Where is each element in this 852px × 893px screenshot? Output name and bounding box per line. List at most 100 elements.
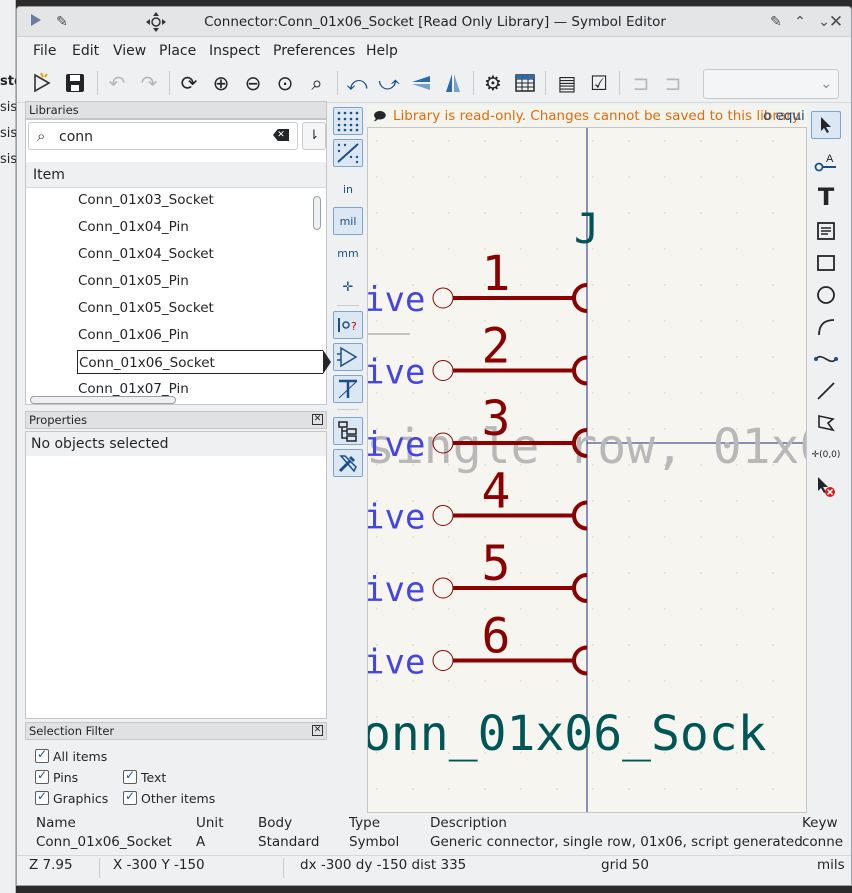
menu-view[interactable]: View xyxy=(113,43,146,59)
toolbar-separator xyxy=(97,71,98,95)
library-search-input[interactable]: ⌕ conn ✕ xyxy=(28,122,298,150)
search-value: conn xyxy=(59,129,94,145)
zoom-selection-icon[interactable]: ⌕ xyxy=(303,69,331,97)
read-only-message: Library is read-only. Changes cannot be … xyxy=(393,108,803,124)
status-separator xyxy=(283,858,284,878)
check-symbol-icon[interactable]: ☑ xyxy=(585,69,613,97)
checkbox-label: Text xyxy=(141,770,167,785)
toolbar-separator xyxy=(337,71,338,95)
list-item[interactable]: Conn_01x04_Socket xyxy=(78,242,214,266)
checkbox-pins[interactable] xyxy=(35,768,49,784)
clear-search-icon[interactable]: ✕ xyxy=(273,129,289,141)
grid-overrides-icon[interactable] xyxy=(333,139,363,167)
checkbox-text[interactable] xyxy=(123,768,137,784)
list-item[interactable]: Conn_01x03_Socket xyxy=(78,188,214,212)
close-selection-filter-icon[interactable]: ✕ xyxy=(312,725,323,736)
grid-readout: grid 50 xyxy=(601,857,649,873)
add-pin-icon[interactable]: A xyxy=(811,149,841,177)
properties-header: Properties ✕ xyxy=(25,411,327,429)
gate-b-icon[interactable]: ⊐ xyxy=(659,69,687,97)
rotate-ccw-icon[interactable]: ⤺ xyxy=(343,69,371,97)
select-icon[interactable] xyxy=(811,111,841,139)
msg-value: conne xyxy=(802,834,844,850)
add-polygon-icon[interactable] xyxy=(811,409,841,437)
units-mm-icon[interactable]: mm xyxy=(333,239,363,267)
save-icon[interactable] xyxy=(61,69,89,97)
grid-toggle-icon[interactable] xyxy=(333,107,363,135)
status-separator xyxy=(99,858,100,878)
list-item-selected[interactable]: Conn_01x06_Socket xyxy=(77,350,331,374)
cursor-crosshair-icon[interactable]: ✛ xyxy=(333,273,363,301)
msg-value: Standard xyxy=(258,834,320,850)
show-properties-manager-icon[interactable] xyxy=(333,449,363,477)
sort-button[interactable]: ⇂ xyxy=(302,122,326,150)
info-icon: 🗩 xyxy=(373,109,387,123)
menu-preferences[interactable]: Preferences xyxy=(273,43,355,59)
toolbar-separator xyxy=(545,71,546,95)
unit-selector[interactable]: ⌄ xyxy=(703,69,839,99)
checkbox-other-items[interactable] xyxy=(123,789,137,805)
msg-header: Unit xyxy=(196,815,224,831)
close-properties-icon[interactable]: ✕ xyxy=(312,414,323,425)
new-symbol-icon[interactable] xyxy=(29,69,57,97)
gate-a-icon[interactable]: ⊐ xyxy=(627,69,655,97)
mirror-horizontal-icon[interactable] xyxy=(439,69,467,97)
show-pin-electrical-type-icon[interactable]: ? xyxy=(333,311,363,339)
show-hide-library-tree-icon[interactable] xyxy=(333,417,363,445)
close-window-icon[interactable]: ✕ xyxy=(827,13,845,31)
simulation-icon[interactable]: ▤ xyxy=(553,69,581,97)
zoom-in-icon[interactable]: ⊕ xyxy=(207,69,235,97)
zoom-fit-icon[interactable]: ⊙ xyxy=(271,69,299,97)
pin-number: 5 xyxy=(482,536,511,592)
zoom-out-icon[interactable]: ⊖ xyxy=(239,69,267,97)
infobar-link[interactable]: o equi xyxy=(763,108,805,124)
units-mils-icon[interactable]: mil xyxy=(333,207,363,235)
pin-type-label: ive xyxy=(368,570,425,610)
menu-inspect[interactable]: Inspect xyxy=(209,43,260,59)
menu-edit[interactable]: Edit xyxy=(72,43,99,59)
bg-fragment: sis xyxy=(0,152,18,167)
set-anchor-icon[interactable]: ✛(0,0) xyxy=(811,441,841,469)
menu-file[interactable]: File xyxy=(33,43,56,59)
vertical-scrollbar[interactable] xyxy=(313,196,321,230)
msg-header: Description xyxy=(430,815,507,831)
add-arc-icon[interactable] xyxy=(811,313,841,341)
minimize-icon[interactable]: ⌃ xyxy=(791,13,809,31)
checkbox-graphics[interactable] xyxy=(35,789,49,805)
redo-icon[interactable]: ↷ xyxy=(135,69,163,97)
show-hidden-fields-icon[interactable] xyxy=(333,375,363,403)
list-item[interactable]: Conn_01x06_Pin xyxy=(78,323,189,347)
msg-header: Body xyxy=(258,815,293,831)
show-hidden-pins-icon[interactable] xyxy=(333,343,363,371)
rotate-cw-icon[interactable]: ⤻ xyxy=(375,69,403,97)
menu-place[interactable]: Place xyxy=(159,43,196,59)
units-mm-label: mm xyxy=(337,246,359,260)
selection-filter-title: Selection Filter xyxy=(29,724,115,738)
add-text-icon[interactable]: T xyxy=(811,183,841,211)
pin-table-icon[interactable] xyxy=(511,69,539,97)
add-circle-icon[interactable] xyxy=(811,281,841,309)
horizontal-scrollbar[interactable] xyxy=(30,396,176,404)
refresh-icon[interactable]: ⟳ xyxy=(175,69,203,97)
checkbox-all-items[interactable] xyxy=(35,747,49,763)
undo-icon[interactable]: ↶ xyxy=(103,69,131,97)
main-toolbar: ↶ ↷ ⟳ ⊕ ⊖ ⊙ ⌕ ⤺ ⤻ ⚙ ▤ ☑ ⊐ ⊐ ⌄ xyxy=(17,65,851,103)
add-rectangle-icon[interactable] xyxy=(811,249,841,277)
list-item[interactable]: Conn_01x05_Pin xyxy=(78,269,189,293)
item-column-header[interactable]: Item xyxy=(26,162,326,188)
units-mils-label: mil xyxy=(339,214,357,228)
add-text-box-icon[interactable] xyxy=(811,217,841,245)
keep-above-icon[interactable]: ✎ xyxy=(767,13,785,31)
add-line-icon[interactable] xyxy=(811,377,841,405)
units-inches-icon[interactable]: in xyxy=(333,175,363,203)
list-item[interactable]: Conn_01x04_Pin xyxy=(78,215,189,239)
symbol-drawing: single row, 01x0 J ive 1ive 2ive 3ive 4ive 5i… xyxy=(368,128,806,812)
mirror-vertical-icon[interactable] xyxy=(407,69,435,97)
msg-value: A xyxy=(196,834,206,850)
symbol-canvas[interactable]: single row, 01x0 J ive 1 ive 2 ive 3 ive 4 ive 5 i… xyxy=(367,127,807,813)
list-item[interactable]: Conn_01x05_Socket xyxy=(78,296,214,320)
delete-tool-icon[interactable] xyxy=(811,473,841,501)
menu-help[interactable]: Help xyxy=(366,43,398,59)
symbol-properties-icon[interactable]: ⚙ xyxy=(479,69,507,97)
add-bezier-icon[interactable] xyxy=(811,345,841,373)
